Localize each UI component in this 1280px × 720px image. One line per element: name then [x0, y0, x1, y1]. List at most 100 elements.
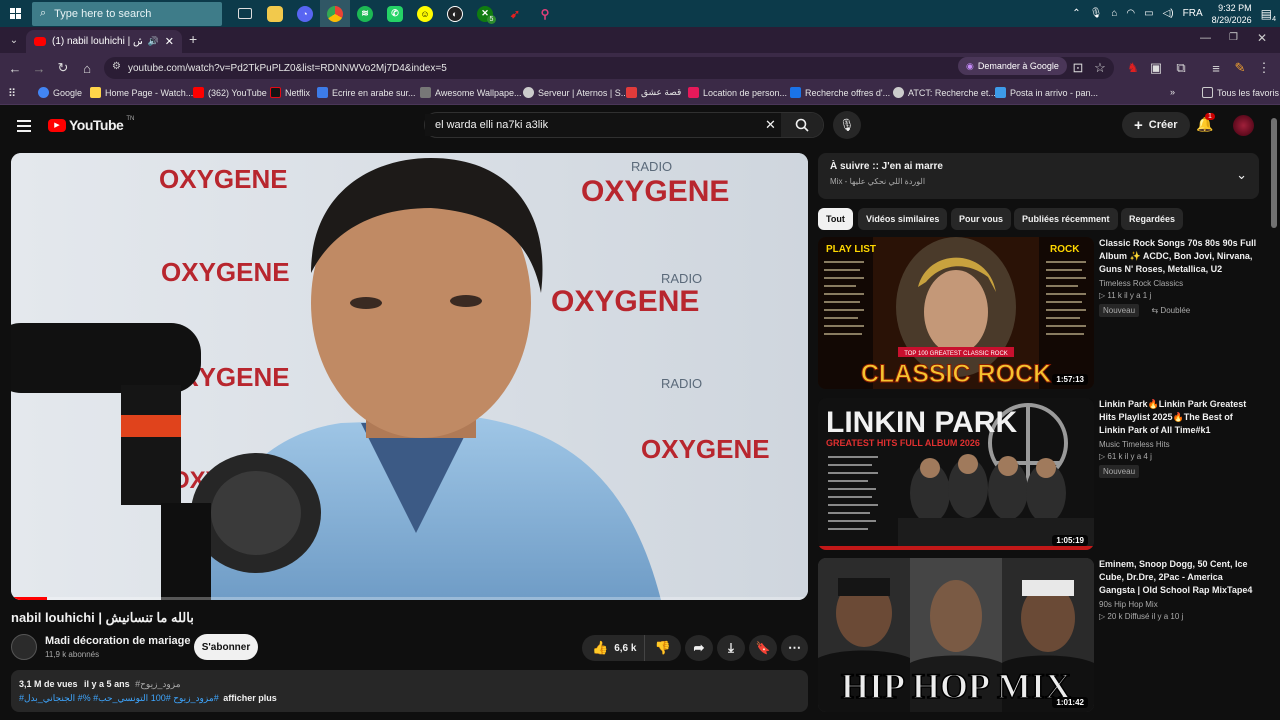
channel-name[interactable]: Madi décoration de mariage: [45, 635, 190, 647]
hamburger-menu-icon[interactable]: [17, 119, 31, 137]
chip-for-you[interactable]: Pour vous: [951, 208, 1012, 230]
video-thumbnail[interactable]: TOP 100 GREATEST CLASSIC ROCK CLASSIC RO…: [818, 237, 1094, 389]
recommendation-channel[interactable]: Music Timeless Hits: [1099, 440, 1261, 449]
ask-google-button[interactable]: ◉ Demander à Google: [958, 57, 1067, 75]
xbox-icon[interactable]: ✕ 5: [470, 0, 500, 27]
share-button[interactable]: ➦: [685, 635, 713, 661]
file-explorer-icon[interactable]: [260, 0, 290, 27]
recommendation-info[interactable]: Classic Rock Songs 70s 80s 90s Full Albu…: [1099, 237, 1261, 318]
taskbar-search[interactable]: ⌕ Type here to search: [32, 1, 222, 26]
recommendation-channel[interactable]: 90s Hip Hop Mix: [1099, 600, 1261, 609]
new-tab-button[interactable]: +: [189, 31, 197, 47]
bookmark-youtube[interactable]: (362) YouTube: [193, 87, 267, 98]
notifications-icon[interactable]: ▤ 4: [1261, 7, 1276, 23]
account-avatar[interactable]: [1233, 115, 1254, 136]
home-icon[interactable]: ⌂: [79, 60, 95, 76]
bookmark-location[interactable]: Location de person...: [688, 87, 787, 98]
clear-search-icon[interactable]: ✕: [765, 117, 776, 133]
hashtag[interactable]: #مزود_زيوح: [135, 679, 180, 689]
install-icon[interactable]: ⊡: [1070, 60, 1086, 76]
recommendation-info[interactable]: Linkin Park🔥Linkin Park Greatest Hits Pl…: [1099, 398, 1261, 479]
youtube-search-input[interactable]: [425, 114, 755, 136]
spotify-icon[interactable]: ≋: [350, 0, 380, 27]
bookmark-google[interactable]: Google: [38, 87, 82, 98]
recommendation-info[interactable]: Eminem, Snoop Dogg, 50 Cent, Ice Cube, D…: [1099, 558, 1261, 621]
chrome-icon[interactable]: [320, 0, 350, 27]
app-icon[interactable]: ◐: [440, 0, 470, 27]
search-button[interactable]: [781, 113, 823, 137]
media-controls-icon[interactable]: ≡: [1208, 60, 1224, 76]
bookmark-home-page[interactable]: Home Page - Watch...: [90, 87, 193, 98]
progress-track[interactable]: [11, 597, 808, 600]
recommendation-channel[interactable]: Timeless Rock Classics: [1099, 279, 1261, 288]
hashtags[interactable]: #مزود_زيوح #100 التونسي_حب# %# الجنجاني_…: [19, 693, 219, 703]
bookmark-posta[interactable]: Posta in arrivo - pan...: [995, 87, 1098, 98]
language-indicator[interactable]: FRA: [1183, 8, 1203, 19]
snapchat-icon[interactable]: ☺: [410, 0, 440, 27]
location-app-icon[interactable]: ⚲: [530, 0, 560, 27]
bookmarks-overflow-icon[interactable]: »: [1170, 87, 1175, 97]
video-description[interactable]: 3,1 M de vues il y a 5 ans #مزود_زيوح #م…: [11, 670, 808, 712]
whatsapp-icon[interactable]: ✆: [380, 0, 410, 27]
create-button[interactable]: + Créer: [1122, 112, 1190, 138]
recommendation-title[interactable]: Eminem, Snoop Dogg, 50 Cent, Ice Cube, D…: [1099, 558, 1261, 597]
windows-start-icon[interactable]: [0, 0, 32, 27]
recommendation-title[interactable]: Classic Rock Songs 70s 80s 90s Full Albu…: [1099, 237, 1261, 276]
bookmark-offres[interactable]: Recherche offres d'...: [790, 87, 890, 98]
microphone-icon[interactable]: 🎙: [1090, 8, 1103, 19]
video-thumbnail[interactable]: LINKIN PARK GREATEST HITS FULL ALBUM 202…: [818, 398, 1094, 550]
battery-icon[interactable]: ▭: [1144, 8, 1153, 19]
chevron-down-icon[interactable]: ⌄: [1236, 167, 1247, 183]
channel-avatar[interactable]: [11, 634, 37, 660]
recommendation-item[interactable]: TOP 100 GREATEST CLASSIC ROCK CLASSIC RO…: [818, 237, 1259, 389]
video-thumbnail[interactable]: HIP HOP MIX 1:01:42: [818, 558, 1094, 712]
clock[interactable]: 9:32 PM 8/29/2026: [1212, 2, 1252, 26]
youtube-logo[interactable]: ▶ YouTube TN: [48, 116, 134, 133]
tab-search-chevron-icon[interactable]: ⌄: [6, 32, 22, 48]
subscribe-button[interactable]: S'abonner: [194, 634, 258, 660]
network-icon[interactable]: ⌂: [1111, 8, 1117, 19]
chip-recently-published[interactable]: Publiées récemment: [1014, 208, 1118, 230]
bookmark-netflix[interactable]: Netflix: [270, 87, 310, 98]
bookmark-aternos[interactable]: Serveur | Aternos | S...: [523, 87, 628, 98]
bookmark-wallpaper[interactable]: Awesome Wallpape...: [420, 87, 522, 98]
back-icon[interactable]: ←: [7, 60, 23, 76]
download-button[interactable]: ⤓: [717, 635, 745, 661]
wifi-icon[interactable]: ◠: [1126, 8, 1135, 19]
browser-menu-icon[interactable]: ⋮: [1256, 60, 1272, 76]
more-actions-button[interactable]: ⋯: [781, 635, 808, 661]
forward-icon[interactable]: →: [31, 60, 47, 76]
window-close-icon[interactable]: ✕: [1257, 31, 1267, 45]
discord-icon[interactable]: ◔: [290, 0, 320, 27]
recommendation-title[interactable]: Linkin Park🔥Linkin Park Greatest Hits Pl…: [1099, 398, 1261, 437]
speaker-icon[interactable]: 🔊: [148, 36, 159, 47]
recommendation-item[interactable]: LINKIN PARK GREATEST HITS FULL ALBUM 202…: [818, 398, 1259, 550]
tab-close-icon[interactable]: ✕: [165, 35, 174, 48]
dislike-button[interactable]: 👎: [644, 635, 681, 661]
extension-2-icon[interactable]: ▣: [1148, 60, 1164, 76]
chip-similar-videos[interactable]: Vidéos similaires: [858, 208, 948, 230]
restore-icon[interactable]: ❐: [1229, 32, 1238, 43]
chip-all[interactable]: Tout: [818, 208, 853, 230]
chip-watched[interactable]: Regardées: [1121, 208, 1184, 230]
apps-grid-icon[interactable]: ⠿: [8, 87, 16, 100]
up-next-panel[interactable]: À suivre :: J'en ai marre Mix - الوردة ا…: [818, 153, 1259, 199]
bookmark-atct[interactable]: ATCT: Recherche et...: [893, 87, 996, 98]
chevron-up-icon[interactable]: ⌃: [1072, 8, 1080, 19]
bookmark-star-icon[interactable]: ☆: [1092, 60, 1108, 76]
volume-icon[interactable]: ◁): [1163, 8, 1174, 19]
bookmark-qessa[interactable]: قصة عشق: [626, 87, 681, 98]
show-more-link[interactable]: afficher plus: [223, 693, 277, 703]
page-scrollbar[interactable]: [1271, 118, 1277, 228]
extension-icon[interactable]: ♞: [1125, 60, 1141, 76]
extensions-puzzle-icon[interactable]: ⧉: [1173, 60, 1189, 76]
site-info-icon[interactable]: ⚙: [112, 61, 121, 72]
profile-icon[interactable]: ✎: [1232, 60, 1248, 76]
bookmark-arabic[interactable]: Ecrire en arabe sur...: [317, 87, 416, 98]
all-favorites[interactable]: Tous les favoris: [1202, 87, 1279, 98]
save-button[interactable]: 🔖: [749, 635, 777, 661]
task-view-icon[interactable]: [230, 0, 260, 27]
voice-search-button[interactable]: 🎙: [833, 111, 861, 139]
game-app-icon[interactable]: ➹: [500, 0, 530, 27]
notifications-bell-icon[interactable]: 🔔 1: [1196, 113, 1215, 133]
